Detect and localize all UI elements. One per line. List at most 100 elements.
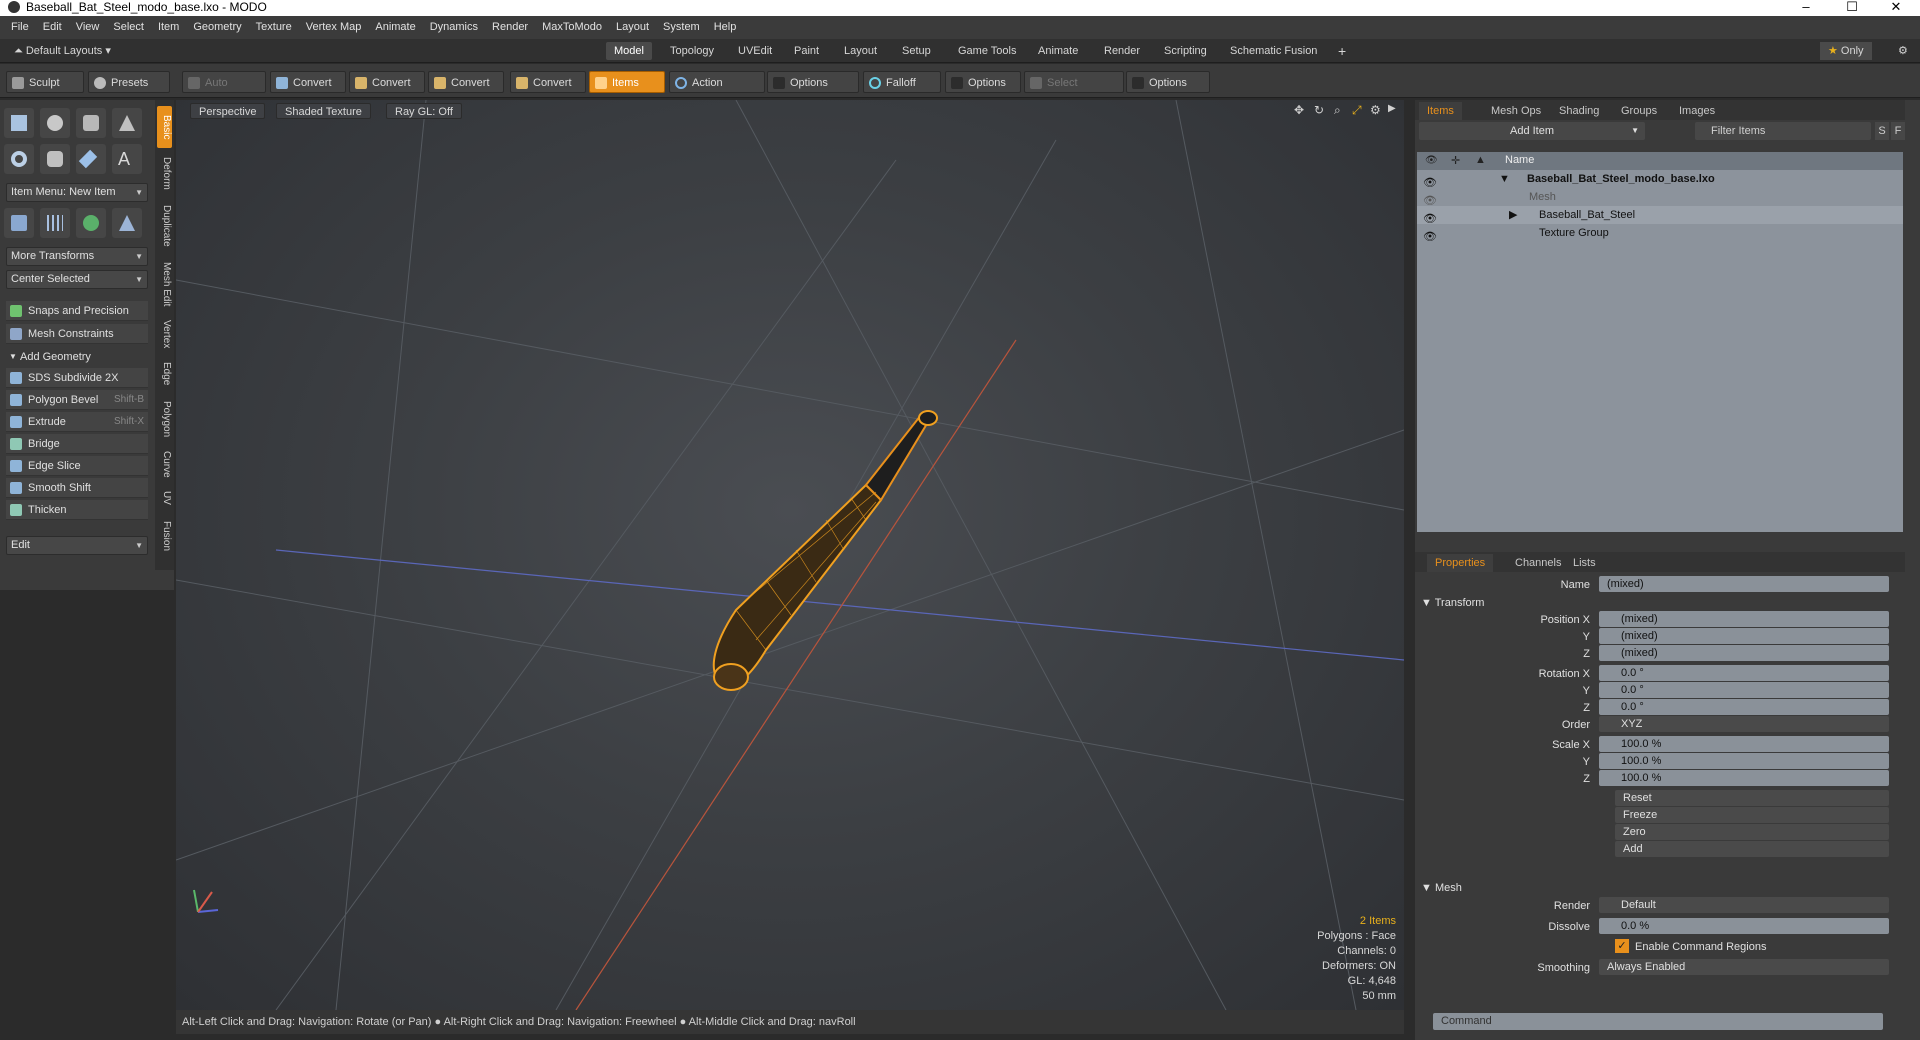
convert-vertex-button[interactable]: Convert [270,71,346,93]
scale-y-field[interactable]: 100.0 % [1599,753,1889,769]
menu-item[interactable]: Item [151,16,186,39]
position-y-field[interactable]: (mixed) [1599,628,1889,644]
menu-dynamics[interactable]: Dynamics [423,16,485,39]
move-view-icon[interactable]: ✥ [1294,103,1304,117]
smooth-shift-button[interactable]: Smooth Shift [6,478,148,498]
tab-schematic-fusion[interactable]: Schematic Fusion [1222,42,1325,60]
add-dropdown[interactable]: Add [1615,841,1889,857]
expand-arrow-icon[interactable]: ▶ [1509,206,1517,224]
vtab-duplicate[interactable]: Duplicate [157,198,172,254]
select-through-button[interactable]: Select Through [1024,71,1124,111]
zoom-view-icon[interactable]: ⌕ [1334,103,1341,118]
grid-button[interactable] [40,208,70,238]
polygon-bevel-button[interactable]: Polygon Bevel Shift-B [6,390,148,410]
convert-edge-button[interactable]: Convert [349,71,425,93]
text-button[interactable]: A [112,144,142,174]
maximize-view-icon[interactable]: ⤢ [1352,103,1362,118]
vtab-vertex[interactable]: Vertex [157,314,172,354]
thicken-button[interactable]: Thicken [6,500,148,520]
auto-select-button[interactable]: Auto Select [182,71,266,111]
tree-row-bat[interactable]: 👁 ▶ Baseball_Bat_Steel [1417,206,1903,225]
action-center-options-button[interactable]: Options [767,71,859,93]
item-menu-dropdown[interactable]: Item Menu: New Item ▼ [6,183,148,202]
tab-layout[interactable]: Layout [836,42,885,60]
scale-z-field[interactable]: 100.0 % [1599,770,1889,786]
tab-game-tools[interactable]: Game Tools [950,42,1025,60]
position-x-field[interactable]: (mixed) [1599,611,1889,627]
eye-icon[interactable]: 👁 [1423,228,1437,243]
minimize-button[interactable]: – [1786,0,1826,16]
name-field[interactable]: (mixed) [1599,576,1889,592]
pen-button[interactable] [76,144,106,174]
command-input[interactable]: Command [1433,1013,1883,1030]
cone-button[interactable] [112,108,142,138]
layout-preset-dropdown[interactable]: ⏶ Default Layouts ▾ [6,42,119,60]
menu-texture[interactable]: Texture [249,16,299,39]
menu-system[interactable]: System [656,16,707,39]
bridge-button[interactable]: Bridge [6,434,148,454]
presets-button[interactable]: Presets F6 [88,71,170,111]
close-button[interactable]: ✕ [1876,0,1916,16]
extrude-button[interactable]: Extrude Shift-X [6,412,148,432]
only-toggle[interactable]: ★ Only [1820,42,1872,60]
cylinder-button[interactable] [76,108,106,138]
menu-vertex-map[interactable]: Vertex Map [299,16,369,39]
filter-items-input[interactable]: Filter Items [1695,122,1871,140]
shading-mode-button[interactable]: Shaded Texture [276,103,371,119]
vtab-deform[interactable]: Deform [157,150,172,196]
tab-items[interactable]: Items [1419,102,1462,120]
position-z-field[interactable]: (mixed) [1599,645,1889,661]
eye-icon[interactable]: 👁 [1423,192,1437,207]
tree-row-texture-group[interactable]: 👁 Texture Group [1417,224,1903,243]
mesh-constraints-button[interactable]: Mesh Constraints [6,324,148,344]
add-geometry-header[interactable]: ▼ Add Geometry [6,347,148,367]
snaps-precision-button[interactable]: Snaps and Precision [6,301,148,321]
tab-model[interactable]: Model [606,42,652,60]
rotate-view-icon[interactable]: ↻ [1314,103,1324,117]
vtab-basic[interactable]: Basic [157,106,172,148]
maximize-button[interactable]: ☐ [1832,0,1872,16]
gear-icon[interactable]: ⚙ [1890,42,1916,60]
tab-animate[interactable]: Animate [1030,42,1086,60]
action-center-button[interactable]: Action Center [669,71,765,111]
rotation-z-field[interactable]: 0.0 ° [1599,699,1889,715]
tab-properties[interactable]: Properties [1427,554,1494,572]
tab-mesh-ops[interactable]: Mesh Ops [1483,102,1549,120]
sds-subdivide-button[interactable]: SDS Subdivide 2X [6,368,148,388]
tab-lists[interactable]: Lists [1565,554,1604,572]
s-button[interactable]: S [1875,122,1889,140]
vtab-polygon[interactable]: Polygon [157,394,172,444]
convert-item-button[interactable]: Convert [510,71,586,93]
scale-x-field[interactable]: 100.0 % [1599,736,1889,752]
menu-view[interactable]: View [69,16,107,39]
3d-viewport[interactable]: Perspective Shaded Texture Ray GL: Off ✥… [176,100,1404,1010]
vtab-uv[interactable]: UV [157,484,172,512]
arrow-right-icon[interactable]: ▶ [1388,103,1396,114]
f-button[interactable]: F [1891,122,1905,140]
convert-polygon-button[interactable]: Convert [428,71,504,93]
view-perspective-button[interactable]: Perspective [190,103,266,119]
checkbox-checked-icon[interactable]: ✓ [1615,939,1629,953]
vtab-curve[interactable]: Curve [157,446,172,482]
menu-geometry[interactable]: Geometry [186,16,248,39]
add-layout-tab-button[interactable]: + [1330,42,1354,60]
tab-topology[interactable]: Topology [662,42,722,60]
menu-select[interactable]: Select [106,16,151,39]
menu-file[interactable]: File [4,16,36,39]
freeze-dropdown[interactable]: Freeze [1615,807,1889,823]
tab-render[interactable]: Render [1096,42,1148,60]
falloff-options-button[interactable]: Options [945,71,1021,93]
transform-section[interactable]: ▼ Transform [1421,594,1484,612]
menu-edit[interactable]: Edit [36,16,69,39]
menu-help[interactable]: Help [707,16,744,39]
render-dropdown[interactable]: Default [1599,897,1889,913]
reset-dropdown[interactable]: Reset [1615,790,1889,806]
vtab-edge[interactable]: Edge [157,356,172,392]
rotation-y-field[interactable]: 0.0 ° [1599,682,1889,698]
vtab-fusion[interactable]: Fusion [157,514,172,558]
add-item-button[interactable]: Add Item ▼ [1419,122,1645,140]
capsule-button[interactable] [40,144,70,174]
select-through-options-button[interactable]: Options [1126,71,1210,93]
tab-images[interactable]: Images [1671,102,1723,120]
tab-paint[interactable]: Paint [786,42,827,60]
